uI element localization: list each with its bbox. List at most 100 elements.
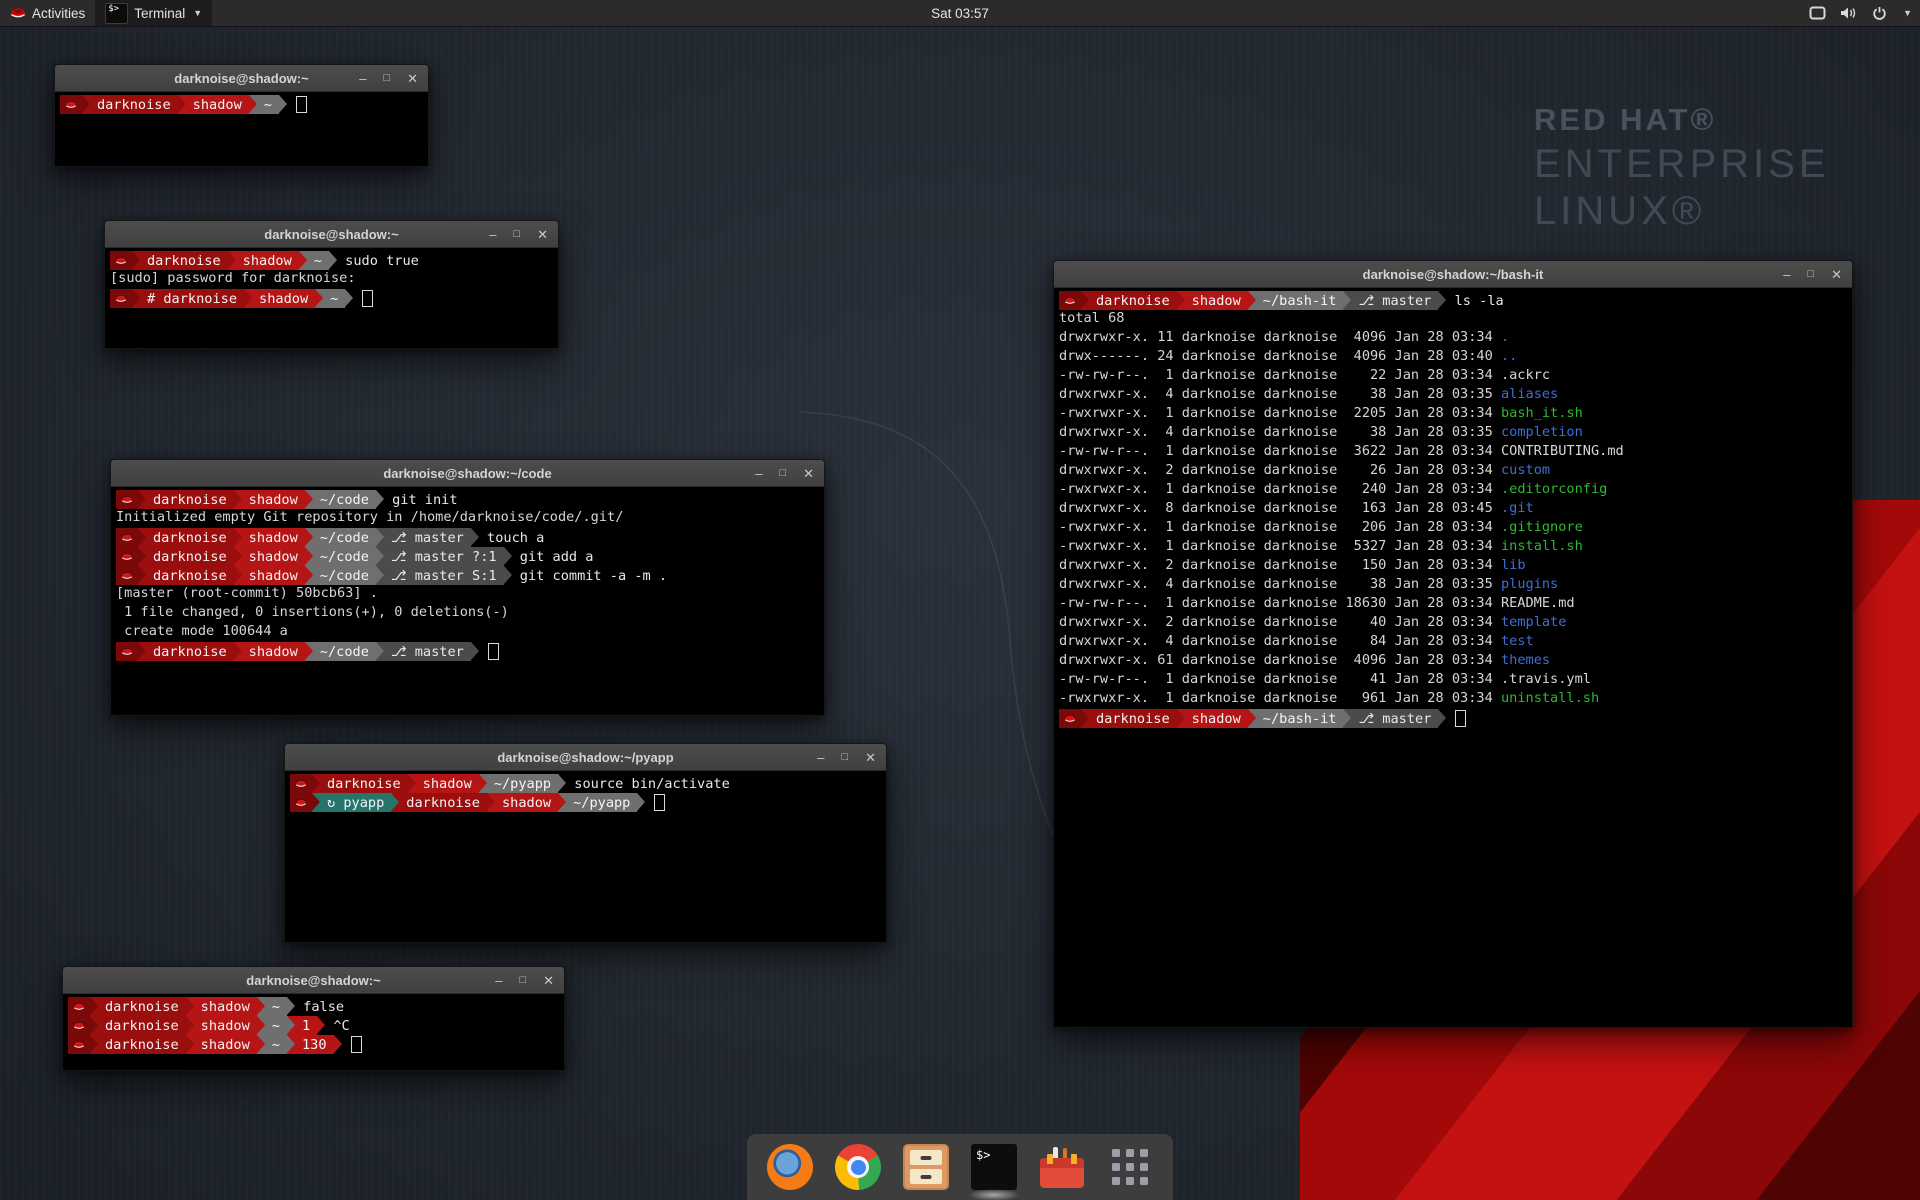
command-text: sudo true: [337, 251, 419, 270]
output-text: -rwxrwxr-x. 1 darknoise darknoise 2205 J…: [1059, 405, 1501, 424]
volume-icon[interactable]: [1840, 6, 1858, 20]
powerline-arrow-icon: [305, 528, 313, 547]
filename-dir: completion: [1501, 424, 1583, 443]
output-line: drwxrwxr-x. 4 darknoise darknoise 84 Jan…: [1059, 633, 1847, 652]
app-grid-icon[interactable]: [1107, 1144, 1153, 1190]
close-icon[interactable]: ✕: [543, 974, 554, 987]
file-manager-icon[interactable]: [903, 1144, 949, 1190]
maximize-icon[interactable]: □: [513, 229, 520, 240]
redhat-prompt-icon: [73, 1021, 85, 1031]
terminal-app-icon[interactable]: $>: [971, 1144, 1017, 1190]
minimize-icon[interactable]: –: [495, 974, 502, 987]
titlebar[interactable]: darknoise@shadow:~/bash-it –□✕: [1054, 261, 1852, 288]
terminal-content[interactable]: darknoiseshadow~/bash-it⎇ master ls -lat…: [1054, 288, 1852, 1027]
prompt-line: darknoiseshadow~: [60, 95, 423, 114]
output-text: -rw-rw-r--. 1 darknoise darknoise 22 Jan…: [1059, 367, 1550, 386]
output-line: -rwxrwxr-x. 1 darknoise darknoise 961 Ja…: [1059, 690, 1847, 709]
terminal-content[interactable]: darknoiseshadow~/pyapp source bin/activa…: [285, 771, 886, 942]
powerline-arrow-icon: [138, 566, 146, 585]
powerline-arrow-icon: [312, 793, 320, 812]
close-icon[interactable]: ✕: [1831, 268, 1842, 281]
prompt-segment-path: ~: [265, 1016, 287, 1035]
filename-dir: template: [1501, 614, 1566, 633]
power-icon[interactable]: [1872, 6, 1887, 21]
titlebar[interactable]: darknoise@shadow:~ –□✕: [55, 65, 428, 92]
powerline-arrow-icon: [90, 997, 98, 1016]
powerline-arrow-icon: [305, 642, 313, 661]
chrome-icon[interactable]: [835, 1144, 881, 1190]
powerline-arrow-icon: [287, 1035, 295, 1054]
filename-dir: ..: [1501, 348, 1517, 367]
powerline-arrow-icon: [1248, 291, 1256, 310]
powerline-arrow-icon: [186, 997, 194, 1016]
prompt-segment-user: darknoise: [146, 566, 234, 585]
prompt-segment-path: ~/pyapp: [487, 774, 558, 793]
prompt-segment-hat: [116, 547, 138, 566]
prompt-line: ↻ pyappdarknoiseshadow~/pyapp: [290, 793, 881, 812]
maximize-icon[interactable]: □: [841, 752, 848, 763]
output-text: -rw-rw-r--. 1 darknoise darknoise 41 Jan…: [1059, 671, 1591, 690]
system-menu-chevron-icon[interactable]: ▼: [1903, 8, 1912, 18]
activities-button[interactable]: Activities: [0, 0, 95, 26]
prompt-segment-path: ~: [265, 1035, 287, 1054]
titlebar[interactable]: darknoise@shadow:~ –□✕: [63, 967, 564, 994]
output-text: [sudo] password for darknoise:: [110, 270, 356, 289]
filename-dir: custom: [1501, 462, 1550, 481]
prompt-segment-user: darknoise: [90, 95, 178, 114]
minimize-icon[interactable]: –: [1783, 268, 1790, 281]
minimize-icon[interactable]: –: [755, 467, 762, 480]
minimize-icon[interactable]: –: [359, 72, 366, 85]
firefox-icon[interactable]: [767, 1144, 813, 1190]
clock-label[interactable]: Sat 03:57: [931, 6, 989, 21]
output-line: drwxrwxr-x. 4 darknoise darknoise 38 Jan…: [1059, 386, 1847, 405]
powerline-arrow-icon: [228, 251, 236, 270]
titlebar[interactable]: darknoise@shadow:~/pyapp –□✕: [285, 744, 886, 771]
close-icon[interactable]: ✕: [537, 228, 548, 241]
powerline-arrow-icon: [132, 251, 140, 270]
powerline-arrow-icon: [1343, 291, 1351, 310]
minimize-icon[interactable]: –: [817, 751, 824, 764]
prompt-segment-host: shadow: [242, 490, 305, 509]
terminal-content[interactable]: darknoiseshadow~ sudo true[sudo] passwor…: [105, 248, 558, 348]
command-text: source bin/activate: [566, 774, 730, 793]
prompt-segment-host: shadow: [1185, 709, 1248, 728]
command-text: ^C: [325, 1016, 350, 1035]
prompt-segment-path: ~/code: [313, 490, 376, 509]
output-text: create mode 100644 a: [116, 623, 288, 642]
app-menu-terminal[interactable]: $> Terminal ▼: [95, 0, 212, 26]
output-text: drwxrwxr-x. 4 darknoise darknoise 38 Jan…: [1059, 576, 1501, 595]
redhat-prompt-icon: [115, 256, 127, 266]
output-line: create mode 100644 a: [116, 623, 819, 642]
powerline-arrow-icon: [487, 793, 495, 812]
terminal-window-code: darknoise@shadow:~/code –□✕ darknoisesha…: [110, 459, 825, 716]
powerline-arrow-icon: [257, 1016, 265, 1035]
maximize-icon[interactable]: □: [779, 468, 786, 479]
terminal-content[interactable]: darknoiseshadow~/code git initInitialize…: [111, 487, 824, 715]
filename-dir: plugins: [1501, 576, 1558, 595]
toolbox-icon[interactable]: [1039, 1144, 1085, 1190]
powerline-arrow-icon: [132, 289, 140, 308]
close-icon[interactable]: ✕: [803, 467, 814, 480]
prompt-line: darknoiseshadow~/code git init: [116, 490, 819, 509]
display-icon[interactable]: [1809, 6, 1826, 20]
maximize-icon[interactable]: □: [383, 73, 390, 84]
output-line: total 68: [1059, 310, 1847, 329]
powerline-arrow-icon: [249, 95, 257, 114]
terminal-content[interactable]: darknoiseshadow~ falsedarknoiseshadow~1 …: [63, 994, 564, 1070]
redhat-prompt-icon: [73, 1002, 85, 1012]
maximize-icon[interactable]: □: [519, 975, 526, 986]
terminal-content[interactable]: darknoiseshadow~: [55, 92, 428, 166]
titlebar[interactable]: darknoise@shadow:~ –□✕: [105, 221, 558, 248]
output-line: -rw-rw-r--. 1 darknoise darknoise 18630 …: [1059, 595, 1847, 614]
close-icon[interactable]: ✕: [865, 751, 876, 764]
output-text: -rw-rw-r--. 1 darknoise darknoise 18630 …: [1059, 595, 1575, 614]
minimize-icon[interactable]: –: [489, 228, 496, 241]
titlebar[interactable]: darknoise@shadow:~/code –□✕: [111, 460, 824, 487]
output-text: -rwxrwxr-x. 1 darknoise darknoise 206 Ja…: [1059, 519, 1501, 538]
maximize-icon[interactable]: □: [1807, 269, 1814, 280]
redhat-prompt-icon: [1064, 296, 1076, 306]
prompt-segment-host: shadow: [186, 95, 249, 114]
close-icon[interactable]: ✕: [407, 72, 418, 85]
prompt-segment-host: shadow: [194, 1035, 257, 1054]
prompt-segment-hat: [1059, 291, 1081, 310]
